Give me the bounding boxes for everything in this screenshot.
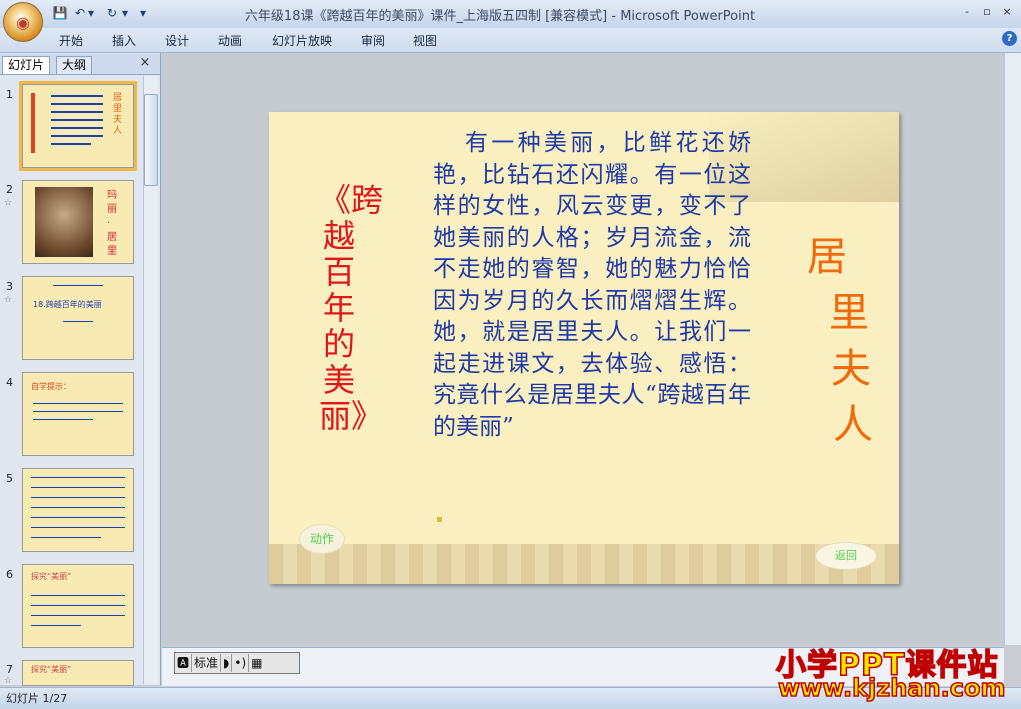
- keyboard-icon[interactable]: ▦: [249, 654, 264, 672]
- save-icon[interactable]: 💾: [52, 5, 68, 21]
- minimize-button[interactable]: -: [958, 4, 976, 20]
- punctuation-icon[interactable]: •): [232, 654, 250, 672]
- font-style-icon[interactable]: 🅰: [175, 654, 193, 672]
- slide-thumbnail-4[interactable]: 自学提示：: [22, 372, 134, 456]
- animation-icon: ☆: [4, 198, 13, 208]
- text-cursor-mark: ▪: [436, 514, 443, 525]
- slide-thumbnail-2[interactable]: 玛丽·居里: [22, 180, 134, 264]
- tab-outline[interactable]: 大纲: [56, 56, 93, 74]
- close-button[interactable]: ×: [998, 4, 1016, 20]
- slide-thumbnail-5[interactable]: [22, 468, 134, 552]
- tab-animation[interactable]: 动画: [218, 32, 242, 49]
- slide-thumbnail-3[interactable]: 18.跨越百年的美丽: [22, 276, 134, 360]
- name-char-2: 里: [829, 290, 869, 336]
- current-slide[interactable]: 《跨越百年的美丽》 有一种美丽，比鲜花还娇艳，比钻石还闪耀。有一位这样的女性，风…: [269, 112, 899, 584]
- animation-icon: ☆: [4, 676, 13, 686]
- back-button[interactable]: 返回: [815, 542, 877, 570]
- redo-icon[interactable]: ↻: [104, 5, 120, 21]
- slide-thumbnail-6[interactable]: 探究“美丽”: [22, 564, 134, 648]
- thumb-title: 探究“美丽”: [31, 572, 72, 581]
- slide-thumbnail-7[interactable]: 探究“美丽”: [22, 660, 134, 686]
- slide-count-status: 幻灯片 1/27: [6, 692, 68, 705]
- name-char-3: 夫: [831, 346, 871, 392]
- window-title: 六年级18课《跨越百年的美丽》课件_上海版五四制 [兼容模式] - Micros…: [244, 9, 756, 24]
- standard-button[interactable]: 标准: [192, 654, 222, 672]
- thumb-title: 玛丽·居里: [107, 190, 117, 257]
- slide-number: 6: [6, 568, 13, 581]
- slide-body-text[interactable]: 有一种美丽，比鲜花还娇艳，比钻石还闪耀。有一位这样的女性，风云变更，变不了她美丽…: [433, 128, 751, 443]
- moon-icon[interactable]: ◗: [221, 654, 233, 672]
- thumb-title: 自学提示：: [31, 382, 71, 391]
- name-char-1: 居: [807, 234, 847, 280]
- action-button[interactable]: 动作: [299, 524, 345, 554]
- slide-number: 3: [6, 280, 13, 293]
- slide-number: 7: [6, 663, 13, 676]
- ribbon: [0, 28, 1021, 53]
- tab-insert[interactable]: 插入: [112, 32, 136, 49]
- tab-view[interactable]: 视图: [413, 32, 437, 49]
- drawing-toolbar: 🅰 标准 ◗ •) ▦: [174, 652, 300, 674]
- slide-number: 5: [6, 472, 13, 485]
- tab-slideshow[interactable]: 幻灯片放映: [272, 32, 332, 49]
- help-icon[interactable]: ?: [1002, 31, 1017, 46]
- slides-pane-scroll-thumb[interactable]: [144, 94, 158, 186]
- name-char-4: 人: [833, 402, 873, 448]
- slide-border-pattern: [269, 544, 899, 584]
- thumb-title: 探究“美丽”: [31, 665, 72, 674]
- tab-review[interactable]: 审阅: [361, 32, 385, 49]
- pane-close-icon[interactable]: ×: [138, 56, 152, 70]
- thumb-title: 18.跨越百年的美丽: [33, 300, 102, 309]
- office-button[interactable]: ◉: [3, 2, 43, 42]
- redo-menu-icon[interactable]: ▾: [120, 5, 130, 21]
- thumb-title: 居里夫人: [113, 93, 123, 136]
- tab-slides[interactable]: 幻灯片: [2, 56, 51, 74]
- customize-qat-icon[interactable]: ▾: [138, 5, 148, 21]
- slide-thumbnail-1[interactable]: 居里夫人: [19, 81, 137, 171]
- office-logo-icon: ◉: [16, 12, 30, 32]
- tab-home[interactable]: 开始: [59, 32, 83, 49]
- slide-subject-title[interactable]: 《跨越百年的美丽》: [319, 182, 383, 434]
- editor-scrollbar[interactable]: [1004, 53, 1021, 645]
- undo-menu-icon[interactable]: ▾: [86, 5, 96, 21]
- animation-icon: ☆: [4, 295, 13, 305]
- tab-design[interactable]: 设计: [165, 32, 189, 49]
- slide-number: 2: [6, 183, 13, 196]
- watermark-url: www.kjzhan.com: [777, 673, 1006, 703]
- slide-number: 4: [6, 376, 13, 389]
- slide-number: 1: [6, 88, 13, 101]
- maximize-button[interactable]: ▫: [978, 4, 996, 20]
